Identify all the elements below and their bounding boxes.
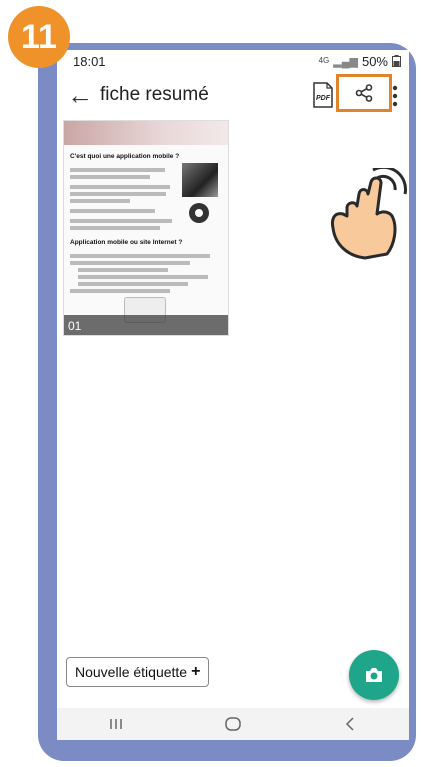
share-icon	[355, 84, 373, 102]
back-arrow-icon[interactable]: ←	[65, 80, 95, 110]
document-thumbnail[interactable]: C'est quoi une application mobile ? Appl…	[63, 120, 229, 336]
preview-camera-icon	[189, 203, 209, 223]
status-bar: 18:01 4G ▂▄▆ 50%	[57, 50, 409, 72]
preview-photo	[182, 163, 218, 197]
page-number: 01	[68, 319, 82, 333]
network-indicator: 4G	[318, 56, 330, 65]
home-button[interactable]	[213, 712, 253, 736]
recent-apps-icon	[109, 719, 122, 729]
page-title: fiche resumé	[100, 84, 209, 105]
step-badge: 11	[8, 6, 70, 68]
camera-icon	[366, 668, 382, 682]
app-bar: ← fiche resumé PDF	[57, 74, 409, 118]
thumbnail-footer	[64, 315, 228, 335]
new-label-text: Nouvelle étiquette	[75, 664, 188, 680]
more-vert-icon[interactable]	[391, 84, 399, 108]
pdf-icon-label: PDF	[316, 95, 331, 102]
preview-text-block-2	[70, 251, 220, 296]
status-time: 18:01	[73, 53, 106, 69]
status-indicators: 4G ▂▄▆ 50%	[319, 54, 401, 69]
pdf-icon[interactable]: PDF	[312, 82, 334, 108]
hand-pointer-icon	[331, 168, 407, 260]
system-nav-bar	[57, 708, 409, 740]
plus-icon: +	[191, 663, 201, 680]
recent-apps-button[interactable]	[96, 712, 136, 736]
signal-icon: ▂▄▆	[333, 55, 358, 68]
thumbnail-banner	[64, 121, 228, 145]
home-icon	[225, 717, 241, 731]
back-button[interactable]	[330, 712, 370, 736]
preview-text-block-1	[70, 165, 178, 233]
camera-fab-button[interactable]	[349, 650, 399, 700]
battery-icon	[392, 55, 401, 67]
back-chevron-icon	[346, 717, 354, 731]
new-label-button[interactable]: Nouvelle étiquette +	[66, 657, 210, 687]
phone-screen: 18:01 4G ▂▄▆ 50% ← fiche resumé PDF C'es…	[57, 50, 409, 740]
battery-level: 50%	[361, 53, 388, 69]
preview-heading-2: Application mobile ou site Internet ?	[70, 239, 183, 246]
share-button[interactable]	[336, 74, 392, 112]
preview-heading-1: C'est quoi une application mobile ?	[70, 153, 180, 160]
